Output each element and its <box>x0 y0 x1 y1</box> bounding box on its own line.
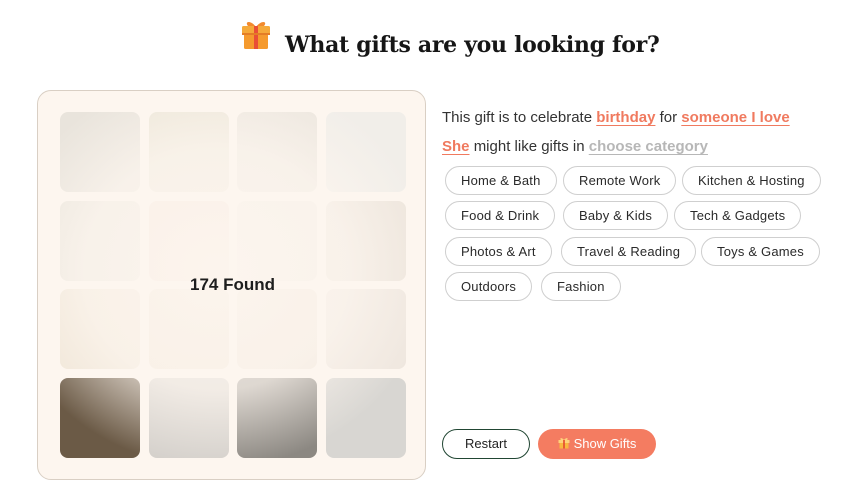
page-title: What gifts are you looking for? <box>285 32 660 58</box>
gift-gallery: 174 Found <box>37 90 426 480</box>
wine-glass-holder-tile <box>60 112 140 192</box>
show-gifts-label: Show Gifts <box>573 436 637 451</box>
category-chip-baby-kids[interactable]: Baby & Kids <box>563 201 669 230</box>
category-link[interactable]: choose category <box>589 138 708 155</box>
found-count: 174 Found <box>189 275 275 294</box>
plant-stand-tile <box>60 200 140 281</box>
category-chip-tech-gadgets[interactable]: Tech & Gadgets <box>674 201 802 230</box>
sentence-for: for <box>659 109 678 126</box>
wood-tray-tile <box>148 289 229 369</box>
category-chip-outdoors[interactable]: Outdoors <box>445 272 533 301</box>
smart-mug-tile <box>237 112 317 192</box>
bonsai-kit-tile <box>325 200 406 281</box>
category-chip-home-bath[interactable]: Home & Bath <box>445 166 557 195</box>
category-chip-fashion[interactable]: Fashion <box>541 272 621 301</box>
category-chip-food-drink[interactable]: Food & Drink <box>445 201 556 230</box>
sentence-line-1: This gift is to celebrate birthday for s… <box>442 106 842 135</box>
pronoun-link[interactable]: She <box>442 138 470 155</box>
card-tile <box>237 200 317 281</box>
gift-sentence: This gift is to celebrate birthday for s… <box>442 106 842 164</box>
scarf-tile <box>148 377 229 458</box>
gift-box-icon <box>242 22 270 49</box>
book-lamp-tile <box>60 377 140 458</box>
sentence-prefix: This gift is to celebrate <box>442 109 593 126</box>
board-game-tile <box>237 377 317 458</box>
category-chip-remote-work[interactable]: Remote Work <box>563 166 677 195</box>
tea-tins-tile <box>325 377 406 458</box>
gift-icon <box>558 438 570 449</box>
leather-bag-tile <box>325 112 406 192</box>
keys-charms-tile <box>325 289 406 369</box>
page-header: What gifts are you looking for? <box>0 16 865 76</box>
category-chip-travel-reading[interactable]: Travel & Reading <box>561 237 697 266</box>
desk-decor-tile <box>60 289 140 369</box>
recipient-link[interactable]: someone I love <box>681 109 789 126</box>
sentence-might-like: might like gifts in <box>473 138 585 155</box>
occasion-link[interactable]: birthday <box>596 109 655 126</box>
planter-tile <box>148 200 229 281</box>
candle-jar-tile <box>148 112 229 192</box>
restart-button[interactable]: Restart <box>442 429 530 459</box>
category-chip-kitchen-hosting[interactable]: Kitchen & Hosting <box>682 166 821 195</box>
show-gifts-button[interactable]: Show Gifts <box>538 429 656 459</box>
category-chip-photos-art[interactable]: Photos & Art <box>445 237 552 266</box>
category-chip-toys-games[interactable]: Toys & Games <box>701 237 820 266</box>
gift-tag-tile <box>237 289 317 369</box>
sentence-line-2: She might like gifts in choose category <box>442 135 842 164</box>
